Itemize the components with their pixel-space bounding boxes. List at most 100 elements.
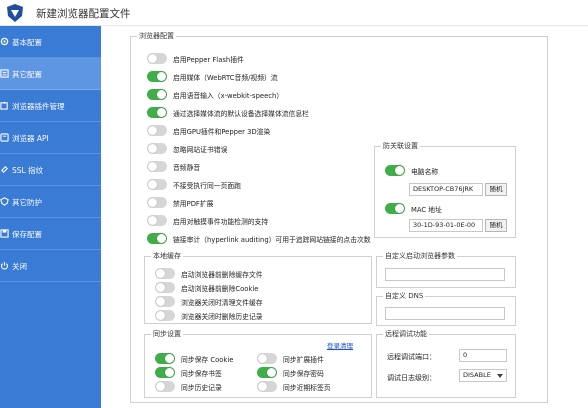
sidebar-item-label: 基本配置 bbox=[12, 38, 42, 47]
option-label: 启动浏览器前删除Cookie bbox=[181, 285, 259, 293]
group-title: 浏览器配置 bbox=[137, 32, 176, 41]
toggle-switch[interactable] bbox=[155, 381, 175, 392]
sync-group: 同步设置 登录清理 同步保存 Cookie 同步扩展插件 同步保存书签 同步保存… bbox=[144, 330, 372, 398]
option-label: 不接受执行同一页面跑 bbox=[173, 182, 241, 190]
toggle-switch[interactable] bbox=[147, 107, 167, 118]
group-title: 自定义 DNS bbox=[383, 292, 426, 301]
toggle-switch[interactable] bbox=[147, 71, 167, 82]
toggle-switch[interactable] bbox=[385, 165, 405, 176]
option-label: 启用对触摸事件功能检测的支持 bbox=[173, 218, 269, 226]
toggle-switch[interactable] bbox=[155, 353, 175, 364]
toggle-switch[interactable] bbox=[147, 197, 167, 208]
save-icon bbox=[0, 229, 9, 238]
random-mac-address-button[interactable]: 随机 bbox=[485, 219, 507, 232]
option-label: 启用GPU插件和Pepper 3D渲染 bbox=[173, 128, 271, 136]
sidebar-item-label: SSL 指纹 bbox=[12, 166, 44, 175]
sidebar-item-other[interactable]: 其它配置 bbox=[0, 58, 101, 90]
sidebar-item-close[interactable]: 关闭 bbox=[0, 250, 101, 282]
mac-address-field[interactable]: 30-1D-93-01-0E-00 bbox=[409, 219, 483, 232]
group-title: 自定义启动浏览器参数 bbox=[383, 252, 457, 261]
option-label: 禁用PDF扩展 bbox=[173, 200, 214, 208]
toggle-switch[interactable] bbox=[147, 215, 167, 226]
custom-dns-group: 自定义 DNS bbox=[376, 292, 516, 326]
toggle-switch[interactable] bbox=[147, 179, 167, 190]
power-icon bbox=[1, 261, 8, 270]
chevron-down-icon bbox=[497, 374, 503, 378]
option-label: 启动浏览器前删除缓存文件 bbox=[181, 271, 263, 279]
sidebar-item-save[interactable]: 保存配置 bbox=[0, 218, 101, 250]
debug-log-level-value: DISABLE bbox=[463, 371, 491, 379]
option-label: 链接审计（hyperlink auditing）可用于追踪网站链接的点击次数 bbox=[173, 236, 371, 244]
option-label: 浏览器关闭时删除历史记录 bbox=[181, 313, 263, 321]
local-cache-group: 本地缓存 启动浏览器前删除缓存文件 启动浏览器前删除Cookie 浏览器关闭时清… bbox=[144, 252, 372, 324]
sidebar-item-basic[interactable]: 基本配置 bbox=[0, 26, 101, 58]
debug-log-level-label: 调试日志级别： bbox=[387, 374, 436, 382]
startup-params-input[interactable] bbox=[385, 268, 505, 281]
option-label: 启用媒体（WebRTC音频/视频）流 bbox=[173, 74, 278, 82]
sidebar-item-api[interactable]: 浏览器 API bbox=[0, 122, 101, 154]
random-computer-name-button[interactable]: 随机 bbox=[485, 183, 507, 196]
option-label: 浏览器关闭时清理文件缓存 bbox=[181, 299, 263, 307]
gear-icon bbox=[0, 37, 9, 46]
toggle-switch[interactable] bbox=[385, 203, 405, 214]
option-label: MAC 地址 bbox=[411, 206, 442, 214]
group-title: 防关联设置 bbox=[381, 142, 420, 151]
sidebar-item-label: 其它防护 bbox=[12, 198, 42, 207]
login-clear-link[interactable]: 登录清理 bbox=[327, 340, 353, 350]
toggle-switch[interactable] bbox=[155, 310, 175, 321]
toggle-switch[interactable] bbox=[147, 53, 167, 64]
option-label: 同步近期标签页 bbox=[283, 384, 331, 392]
toggle-switch[interactable] bbox=[147, 143, 167, 154]
link-icon bbox=[1, 166, 8, 173]
option-label: 同步保存 Cookie bbox=[181, 356, 234, 364]
debug-log-level-select[interactable]: DISABLE bbox=[459, 369, 507, 382]
option-label: 通过选择媒体流的默认设备选择媒体流信息栏 bbox=[173, 110, 309, 118]
toggle-switch[interactable] bbox=[155, 268, 175, 279]
sidebar-item-plugins[interactable]: 浏览器插件管理 bbox=[0, 90, 101, 122]
group-title: 远程调试功能 bbox=[383, 330, 429, 339]
debug-port-input[interactable]: 0 bbox=[459, 349, 507, 362]
sidebar-item-label: 关闭 bbox=[12, 262, 27, 271]
toggle-switch[interactable] bbox=[147, 161, 167, 172]
toggle-switch[interactable] bbox=[257, 381, 277, 392]
anti-association-group: 防关联设置 电脑名称 DESKTOP-CB76JRK 随机 MAC 地址 30-… bbox=[374, 142, 516, 238]
option-label: 启用语音输入（x-webkit-speech） bbox=[173, 92, 284, 100]
title-bar: 新建浏览器配置文件 bbox=[0, 0, 588, 26]
computer-name-field[interactable]: DESKTOP-CB76JRK bbox=[409, 183, 483, 196]
app-logo-icon bbox=[7, 4, 23, 22]
sidebar: 基本配置 其它配置 浏览器插件管理 浏览器 API SSL 指纹 其它防护 保存… bbox=[0, 26, 101, 408]
sidebar-item-label: 浏览器 API bbox=[12, 134, 49, 143]
option-label: 同步扩展插件 bbox=[283, 356, 324, 364]
toggle-switch[interactable] bbox=[257, 353, 277, 364]
toggle-switch[interactable] bbox=[147, 125, 167, 136]
group-title: 本地缓存 bbox=[151, 252, 183, 261]
toggle-switch[interactable] bbox=[155, 367, 175, 378]
sidebar-item-ssl[interactable]: SSL 指纹 bbox=[0, 154, 101, 186]
option-label: 同步保存书签 bbox=[181, 370, 222, 378]
option-label: 同步保存密码 bbox=[283, 370, 324, 378]
remote-debug-group: 远程调试功能 远程调试端口： 0 调试日志级别： DISABLE bbox=[376, 330, 516, 398]
toggle-switch[interactable] bbox=[147, 89, 167, 100]
sidebar-item-label: 保存配置 bbox=[12, 230, 42, 239]
option-label: 音频静音 bbox=[173, 164, 201, 172]
option-label: 电脑名称 bbox=[411, 168, 439, 176]
option-label: 忽略网站证书错误 bbox=[173, 146, 228, 154]
toggle-switch[interactable] bbox=[147, 233, 167, 244]
sidebar-item-label: 其它配置 bbox=[12, 70, 42, 79]
api-icon bbox=[0, 133, 9, 142]
sidebar-item-label: 浏览器插件管理 bbox=[12, 102, 65, 111]
startup-params-group: 自定义启动浏览器参数 bbox=[376, 252, 516, 288]
custom-dns-input[interactable] bbox=[385, 307, 505, 320]
sliders-icon bbox=[0, 69, 9, 78]
group-title: 同步设置 bbox=[151, 330, 183, 339]
debug-port-label: 远程调试端口： bbox=[387, 353, 436, 361]
option-label: 启用Pepper Flash插件 bbox=[173, 56, 244, 64]
toggle-switch[interactable] bbox=[155, 282, 175, 293]
window-title: 新建浏览器配置文件 bbox=[36, 8, 131, 20]
shield-icon bbox=[0, 197, 9, 206]
option-label: 同步历史记录 bbox=[181, 384, 222, 392]
sidebar-item-protection[interactable]: 其它防护 bbox=[0, 186, 101, 218]
toggle-switch[interactable] bbox=[257, 367, 277, 378]
puzzle-icon bbox=[0, 101, 8, 110]
toggle-switch[interactable] bbox=[155, 296, 175, 307]
